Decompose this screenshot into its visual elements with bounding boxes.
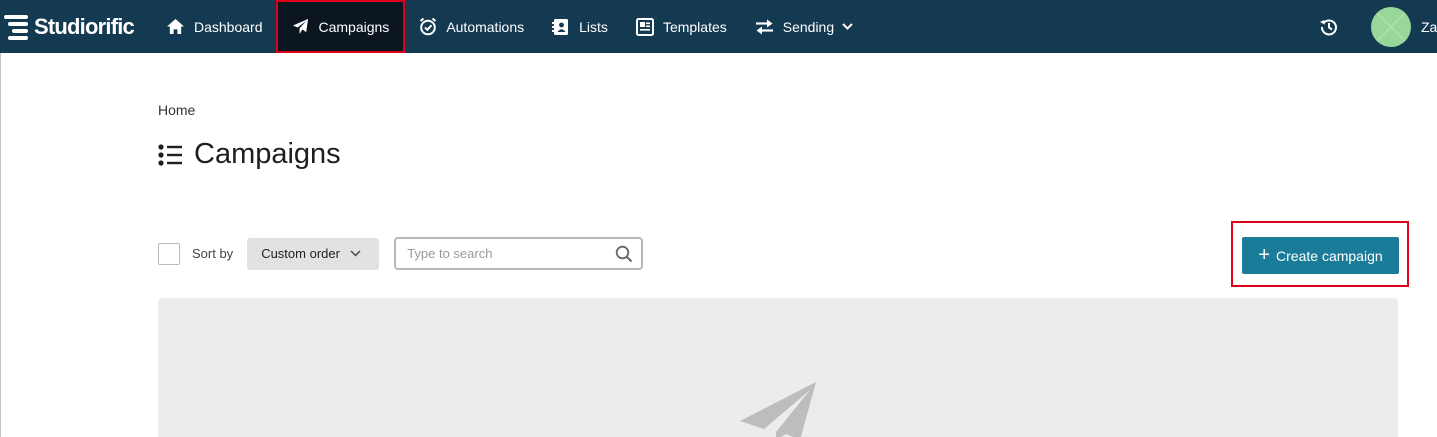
nav-item-lists[interactable]: Lists [538, 0, 622, 53]
create-campaign-highlight: + Create campaign [1231, 221, 1409, 287]
breadcrumb-home[interactable]: Home [158, 102, 195, 118]
nav-label: Sending [782, 18, 835, 35]
history-icon [1320, 18, 1337, 35]
list-icon [158, 143, 182, 166]
avatar[interactable] [1371, 6, 1411, 47]
brand-logo[interactable]: Studiorific [0, 0, 135, 53]
sort-dropdown[interactable]: Custom order [247, 237, 380, 270]
nav-item-campaigns[interactable]: Campaigns [276, 0, 406, 53]
alarm-clock-icon [420, 17, 437, 36]
nav-label: Campaigns [318, 18, 390, 35]
empty-state-panel [158, 298, 1398, 437]
left-border [0, 53, 1, 437]
page-title: Campaigns [194, 138, 341, 170]
create-campaign-button[interactable]: + Create campaign [1242, 237, 1399, 274]
sort-label: Sort by [192, 246, 234, 261]
newspaper-icon [635, 17, 654, 36]
history-button[interactable] [1309, 0, 1349, 53]
search-box [394, 237, 644, 270]
logo-icon [4, 14, 28, 40]
select-all-checkbox[interactable] [158, 242, 180, 265]
nav-item-sending[interactable]: Sending [741, 0, 867, 53]
nav-item-dashboard[interactable]: Dashboard [152, 0, 277, 53]
nav-label: Templates [662, 18, 727, 35]
chevron-down-icon [842, 23, 853, 30]
top-navbar: Studiorific Dashboard Campaigns Automati… [0, 0, 1437, 53]
exchange-arrows-icon [755, 19, 773, 34]
search-input[interactable] [407, 246, 616, 261]
plus-icon: + [1258, 243, 1271, 266]
paper-plane-icon [740, 382, 816, 437]
nav-item-automations[interactable]: Automations [405, 0, 538, 53]
user-name[interactable]: Za [1421, 19, 1437, 35]
chevron-down-icon [350, 250, 361, 257]
address-book-icon [552, 18, 569, 35]
paper-plane-icon [293, 18, 309, 35]
nav-item-templates[interactable]: Templates [622, 0, 741, 53]
page-header: Campaigns [158, 138, 341, 171]
list-toolbar: Sort by Custom order [158, 237, 644, 270]
sort-value: Custom order [261, 246, 340, 261]
navbar-right: Za [1309, 0, 1437, 53]
brand-name: Studiorific [34, 13, 135, 39]
home-icon [166, 18, 184, 35]
create-campaign-label: Create campaign [1276, 247, 1383, 264]
nav-label: Lists [579, 18, 608, 35]
avatar-placeholder-icon [1376, 12, 1406, 41]
search-icon[interactable] [615, 245, 633, 263]
nav-label: Automations [446, 18, 525, 35]
nav-label: Dashboard [193, 18, 263, 35]
